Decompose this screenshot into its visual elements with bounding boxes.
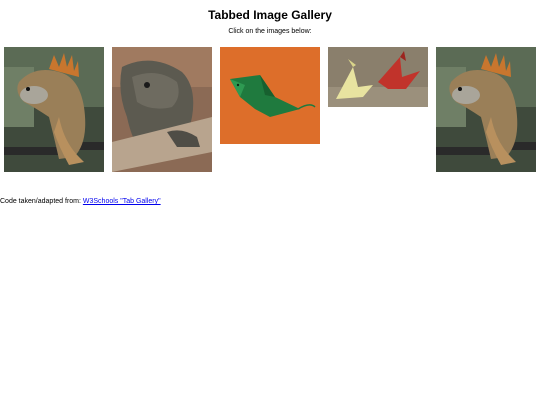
gallery-instruction: Click on the images below: [228, 28, 312, 35]
attribution-prefix: Code taken/adapted from: [0, 198, 83, 205]
gallery-thumbnail-iguana-1[interactable] [4, 47, 104, 172]
page: Tabbed Image Gallery Click on the images… [0, 0, 540, 405]
iguana-image [436, 47, 536, 172]
gallery-thumbnail-iguana-2[interactable] [436, 47, 536, 172]
gallery-thumbnail-lizard[interactable] [112, 47, 212, 172]
origami-mouse-image [220, 47, 320, 144]
gallery-thumbnail-origami-cranes[interactable] [328, 47, 428, 107]
gallery-thumbnail-origami-mouse[interactable] [220, 47, 320, 144]
lizard-image [112, 47, 212, 172]
origami-cranes-image [328, 47, 428, 107]
iguana-image [4, 47, 104, 172]
w3schools-link[interactable]: W3Schools "Tab Gallery" [83, 198, 161, 205]
page-title: Tabbed Image Gallery [208, 8, 332, 22]
attribution: Code taken/adapted from: W3Schools "Tab … [0, 198, 161, 205]
